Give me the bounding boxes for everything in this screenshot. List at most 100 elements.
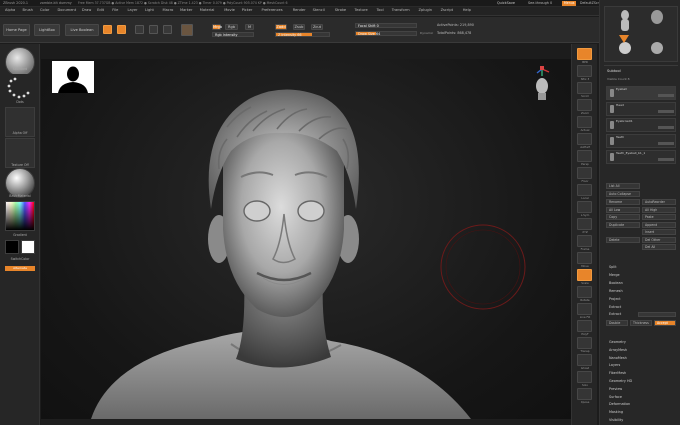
tool-button-0-left[interactable]: List All: [606, 183, 640, 189]
mrgb-button[interactable]: Mrgb: [212, 24, 222, 30]
rotate-mode-button[interactable]: [163, 25, 172, 34]
shelf-icon-frame[interactable]: [577, 235, 592, 247]
menu-document[interactable]: Document: [58, 8, 77, 13]
draw-size-slider[interactable]: Draw Size 64: [355, 31, 417, 36]
tool-button-1-left[interactable]: Auto Collapse: [606, 191, 640, 197]
color-picker[interactable]: [5, 201, 35, 231]
section-surface[interactable]: Surface: [609, 395, 622, 399]
menu-alpha[interactable]: Alpha: [5, 8, 15, 13]
secondary-color-swatch[interactable]: [21, 240, 35, 254]
menu-transform[interactable]: Transform: [392, 8, 410, 13]
section-merge[interactable]: Merge: [609, 273, 620, 277]
section-arraymesh[interactable]: ArrayMesh: [609, 348, 627, 352]
menu-render[interactable]: Render: [293, 8, 306, 13]
brush-thumbnail[interactable]: [5, 47, 35, 77]
menu-macro[interactable]: Macro: [163, 8, 174, 13]
menu-layer[interactable]: Layer: [128, 8, 138, 13]
switch-color-label[interactable]: SwitchColor: [0, 257, 40, 261]
accept-button[interactable]: Accept: [654, 320, 676, 326]
menu-draw[interactable]: Draw: [82, 8, 91, 13]
quicksave-button[interactable]: QuickSave: [497, 1, 515, 5]
subtool-slider[interactable]: [658, 142, 674, 145]
move-mode-button[interactable]: [135, 25, 144, 34]
tool-button-4-left[interactable]: Copy: [606, 214, 640, 220]
menu-picker[interactable]: Picker: [242, 8, 253, 13]
shelf-icon-xyz[interactable]: [577, 218, 592, 230]
shelf-icon-zoom[interactable]: [577, 99, 592, 111]
shelf-icon-local[interactable]: [577, 184, 592, 196]
menu-color[interactable]: Color: [40, 8, 49, 13]
tool-button-7-left[interactable]: Delete: [606, 236, 640, 243]
menu-marker[interactable]: Marker: [180, 8, 192, 13]
dynamic-toggle[interactable]: Dynamic: [420, 32, 433, 35]
extract-button[interactable]: Extract: [609, 312, 621, 316]
menu-zscript[interactable]: Zscript: [441, 8, 453, 13]
live-boolean-button[interactable]: Live Boolean: [65, 24, 99, 36]
section-project[interactable]: Project: [609, 297, 621, 301]
section-layers[interactable]: Layers: [609, 363, 620, 367]
subtool-slider[interactable]: [658, 110, 674, 113]
tool-button-3-left[interactable]: All Low: [606, 206, 640, 213]
shelf-icon-scale[interactable]: [577, 269, 592, 281]
canvas-viewport[interactable]: [41, 59, 571, 419]
menu-file[interactable]: File: [112, 8, 118, 13]
tool-button-2-right[interactable]: AutoReorder: [642, 199, 676, 205]
section-remesh[interactable]: Remesh: [609, 289, 623, 293]
zadd-button[interactable]: Zadd: [275, 24, 287, 30]
menu-help[interactable]: Help: [463, 8, 471, 13]
section-nanomesh[interactable]: NanoMesh: [609, 356, 627, 360]
alternate-button[interactable]: Alternate: [5, 266, 35, 271]
tool-button-2-left[interactable]: Rename: [606, 199, 640, 205]
zsub-button[interactable]: Zsub: [293, 24, 305, 30]
menu-brush[interactable]: Brush: [23, 8, 33, 13]
menu-light[interactable]: Light: [145, 8, 154, 13]
tool-button-4-right[interactable]: Paste: [642, 214, 676, 220]
tool-button-6-right[interactable]: Insert: [642, 229, 676, 235]
shelf-icon-persp[interactable]: [577, 150, 592, 162]
draw-mode-button[interactable]: [117, 25, 126, 34]
menu-stroke[interactable]: Stroke: [335, 8, 346, 13]
tool-button-7-right[interactable]: Del Other: [642, 236, 676, 243]
material-swatch[interactable]: [181, 24, 193, 36]
section-deformation[interactable]: Deformation: [609, 402, 630, 406]
menu-tool[interactable]: Tool: [377, 8, 384, 13]
shelf-icon-line-fill[interactable]: [577, 303, 592, 315]
menus-toggle[interactable]: Menus: [562, 0, 577, 6]
thickness-slider[interactable]: Thickness: [630, 320, 652, 326]
subtool-header[interactable]: Subtool: [607, 69, 621, 74]
shelf-icon-bpr[interactable]: [577, 48, 592, 60]
smooth-slider[interactable]: [638, 312, 676, 317]
shelf-icon-solo[interactable]: [577, 371, 592, 383]
tool-button-8-right[interactable]: Del All: [642, 244, 676, 250]
shelf-icon-floor[interactable]: [577, 167, 592, 179]
rgb-intensity-slider[interactable]: Rgb Intensity: [212, 32, 254, 37]
section-fibermesh[interactable]: FiberMesh: [609, 371, 626, 375]
shelf-icon-ghost[interactable]: [577, 354, 592, 366]
menu-edit[interactable]: Edit: [97, 8, 104, 13]
shelf-icon-transp[interactable]: [577, 337, 592, 349]
shelf-icon-spix-3[interactable]: [577, 65, 592, 77]
primary-color-swatch[interactable]: [5, 240, 19, 254]
subtool-slider[interactable]: [658, 126, 674, 129]
menu-preferences[interactable]: Preferences: [262, 8, 283, 13]
subtool-slider[interactable]: [658, 158, 674, 161]
shelf-icon-l-sym[interactable]: [577, 201, 592, 213]
section-split[interactable]: Split: [609, 265, 617, 269]
home-page-button[interactable]: Home Page: [3, 24, 30, 36]
section-geometry-hd[interactable]: Geometry HD: [609, 379, 632, 383]
section-geometry[interactable]: Geometry: [609, 340, 626, 344]
menu-movie[interactable]: Movie: [224, 8, 235, 13]
section-boolean[interactable]: Boolean: [609, 281, 623, 285]
shelf-icon-actual[interactable]: [577, 116, 592, 128]
section-masking[interactable]: Masking: [609, 410, 623, 414]
subtool-slider[interactable]: [658, 94, 674, 97]
shelf-icon-move[interactable]: [577, 252, 592, 264]
menu-texture[interactable]: Texture: [355, 8, 368, 13]
tool-button-5-right[interactable]: Append: [642, 221, 676, 228]
zcut-button[interactable]: Zcut: [311, 24, 323, 30]
lightbox-button[interactable]: LightBox: [34, 24, 60, 36]
shelf-icon-aahalf[interactable]: [577, 133, 592, 145]
shelf-icon-polyf[interactable]: [577, 320, 592, 332]
tool-button-5-left[interactable]: Duplicate: [606, 221, 640, 228]
section-visibility[interactable]: Visibility: [609, 418, 623, 422]
